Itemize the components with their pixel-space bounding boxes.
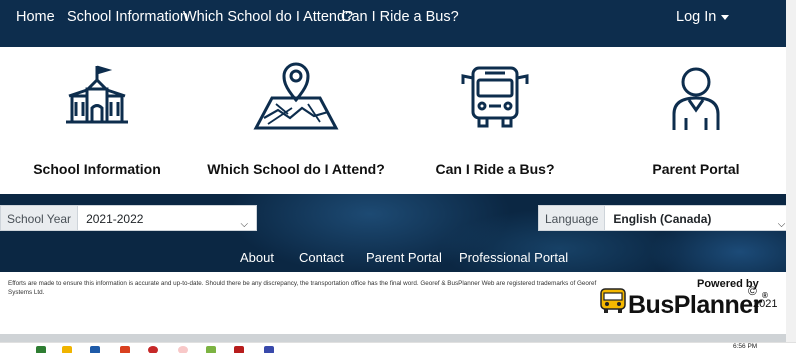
login-dropdown[interactable]: Log In bbox=[676, 9, 730, 25]
taskbar-clock: 6:56 PM bbox=[733, 343, 758, 350]
busplanner-logo[interactable]: BusPlanner® bbox=[628, 291, 768, 320]
school-bus-logo-icon bbox=[600, 288, 626, 313]
tile-label: Which School do I Attend? bbox=[207, 161, 385, 177]
tile-label: Parent Portal bbox=[652, 161, 740, 177]
tile-label: School Information bbox=[33, 161, 161, 177]
top-navbar: Home School Information Which School do … bbox=[0, 0, 786, 47]
caret-down-icon bbox=[721, 14, 730, 20]
person-icon bbox=[672, 67, 720, 130]
school-year-label: School Year bbox=[0, 205, 78, 231]
nav-school-information[interactable]: School Information bbox=[67, 9, 188, 25]
bus-icon bbox=[461, 66, 529, 128]
map-pin-icon bbox=[253, 62, 339, 130]
school-year-group: School Year 2021-2022 ⌵ bbox=[0, 205, 258, 231]
tile-label: Can I Ride a Bus? bbox=[435, 161, 555, 177]
school-year-value: 2021-2022 bbox=[86, 212, 144, 226]
footer-link-parent-portal[interactable]: Parent Portal bbox=[366, 250, 442, 265]
language-value: English (Canada) bbox=[613, 212, 712, 226]
chevron-down-icon: ⌵ bbox=[777, 219, 786, 230]
taskbar: 6:56 PM bbox=[0, 342, 796, 353]
language-group: Language English (Canada) ⌵ bbox=[538, 205, 786, 231]
footer-band: School Year 2021-2022 ⌵ Language English… bbox=[0, 194, 786, 272]
nav-which-school[interactable]: Which School do I Attend? bbox=[183, 9, 353, 25]
nav-ride-bus[interactable]: Can I Ride a Bus? bbox=[341, 9, 459, 25]
busplanner-wordmark: BusPlanner bbox=[628, 291, 762, 319]
footer-link-contact[interactable]: Contact bbox=[299, 250, 344, 265]
tile-parent-portal[interactable]: Parent Portal bbox=[636, 60, 756, 185]
copyright-symbol: © bbox=[748, 284, 757, 298]
nav-home[interactable]: Home bbox=[16, 9, 55, 25]
footer-link-about[interactable]: About bbox=[240, 250, 274, 265]
footer-links: About Contact Parent Portal Professional… bbox=[0, 250, 786, 270]
tile-which-school[interactable]: Which School do I Attend? bbox=[206, 60, 386, 185]
disclaimer-text: Efforts are made to ensure this informat… bbox=[8, 280, 597, 296]
chevron-down-icon: ⌵ bbox=[240, 219, 249, 230]
tile-school-information[interactable]: School Information bbox=[27, 60, 167, 185]
vertical-scrollbar[interactable] bbox=[786, 0, 796, 342]
language-select[interactable]: English (Canada) ⌵ bbox=[604, 205, 786, 231]
horizontal-scrollbar[interactable] bbox=[0, 334, 786, 342]
school-year-select[interactable]: 2021-2022 ⌵ bbox=[77, 205, 258, 231]
footer-link-professional-portal[interactable]: Professional Portal bbox=[459, 250, 568, 265]
school-building-icon bbox=[66, 65, 128, 124]
copyright-year: 2021 bbox=[753, 298, 778, 310]
tile-ride-bus[interactable]: Can I Ride a Bus? bbox=[430, 60, 560, 185]
language-label: Language bbox=[538, 205, 605, 231]
login-label: Log In bbox=[676, 9, 717, 25]
